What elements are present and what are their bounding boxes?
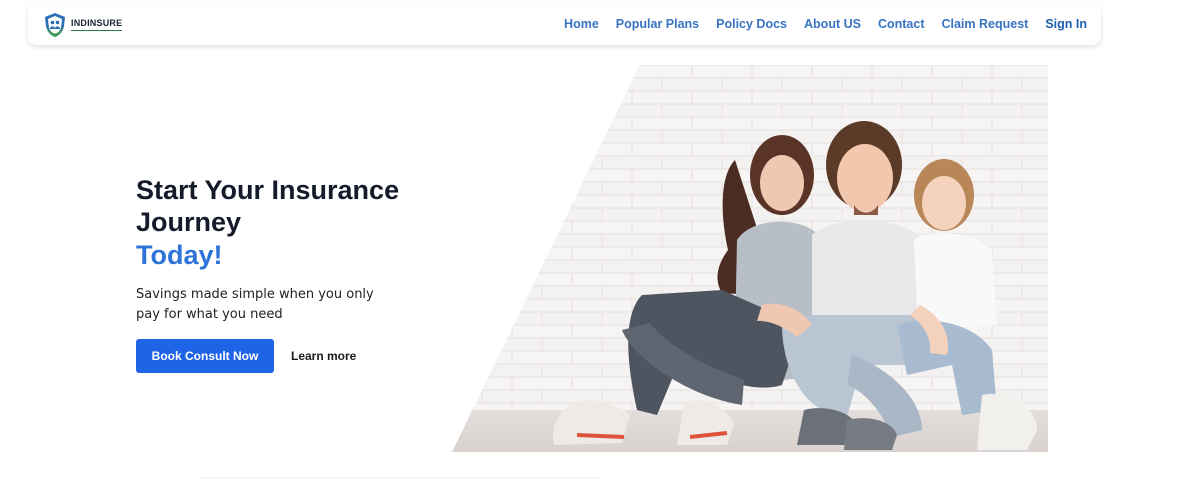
hero-title: Start Your Insurance Journey bbox=[136, 175, 400, 237]
nav-link-about-us[interactable]: About US bbox=[804, 17, 861, 31]
nav-link-policy-docs[interactable]: Policy Docs bbox=[716, 17, 787, 31]
book-consult-button[interactable]: Book Consult Now bbox=[136, 339, 274, 373]
hero-family-image bbox=[452, 65, 1048, 452]
sign-in-link[interactable]: Sign In bbox=[1045, 17, 1087, 31]
brand-logo[interactable]: INDINSURE bbox=[43, 12, 123, 38]
nav-link-popular-plans[interactable]: Popular Plans bbox=[616, 17, 699, 31]
learn-more-link[interactable]: Learn more bbox=[291, 349, 356, 363]
brand-name: INDINSURE bbox=[71, 18, 123, 31]
hero-actions: Book Consult Now Learn more bbox=[136, 339, 496, 373]
hero-title-highlight: Today! bbox=[136, 240, 223, 270]
nav-link-contact[interactable]: Contact bbox=[878, 17, 925, 31]
nav-link-home[interactable]: Home bbox=[564, 17, 599, 31]
main-nav: Home Popular Plans Policy Docs About US … bbox=[564, 17, 1087, 31]
hero-subtitle: Savings made simple when you only pay fo… bbox=[136, 287, 374, 322]
shield-logo-icon bbox=[45, 13, 65, 37]
hero-section: Start Your Insurance Journey Today! Savi… bbox=[136, 174, 496, 373]
nav-link-claim-request[interactable]: Claim Request bbox=[941, 17, 1028, 31]
top-navbar: INDINSURE Home Popular Plans Policy Docs… bbox=[28, 4, 1101, 45]
section-divider bbox=[200, 477, 600, 478]
